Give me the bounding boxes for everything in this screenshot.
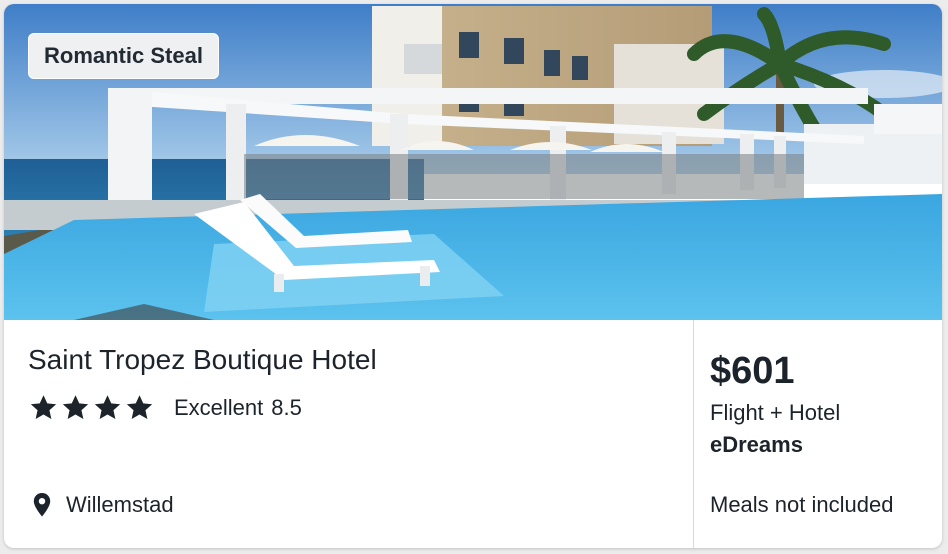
meals-info: Meals not included	[710, 492, 894, 517]
location-label: Willemstad	[66, 492, 174, 517]
offer-provider: eDreams	[710, 432, 803, 457]
location-pin-icon	[33, 493, 51, 517]
star-icon	[62, 395, 89, 419]
hotel-offer-card[interactable]: Romantic Steal Saint Tropez Boutique Hot…	[4, 4, 942, 548]
star-rating	[28, 392, 155, 423]
hotel-photo[interactable]: Romantic Steal	[4, 4, 942, 320]
star-icon	[30, 395, 57, 419]
rating-label: Excellent	[174, 394, 264, 420]
hotel-info: Saint Tropez Boutique Hotel Excellent 8.…	[4, 320, 693, 548]
deal-badge-label: Romantic Steal	[44, 43, 203, 68]
hotel-rating: Excellent 8.5	[28, 392, 302, 423]
star-icon	[94, 395, 121, 419]
deal-badge: Romantic Steal	[28, 33, 219, 79]
offer-package: Flight + Hotel	[710, 400, 841, 425]
offer-price[interactable]: $601	[710, 350, 795, 393]
hotel-location: Willemstad	[32, 492, 174, 518]
offer-details: $601 Flight + Hotel eDreams Meals not in…	[694, 320, 942, 548]
rating-score: 8.5	[271, 394, 302, 420]
hotel-name[interactable]: Saint Tropez Boutique Hotel	[28, 344, 377, 376]
star-icon	[126, 395, 153, 419]
